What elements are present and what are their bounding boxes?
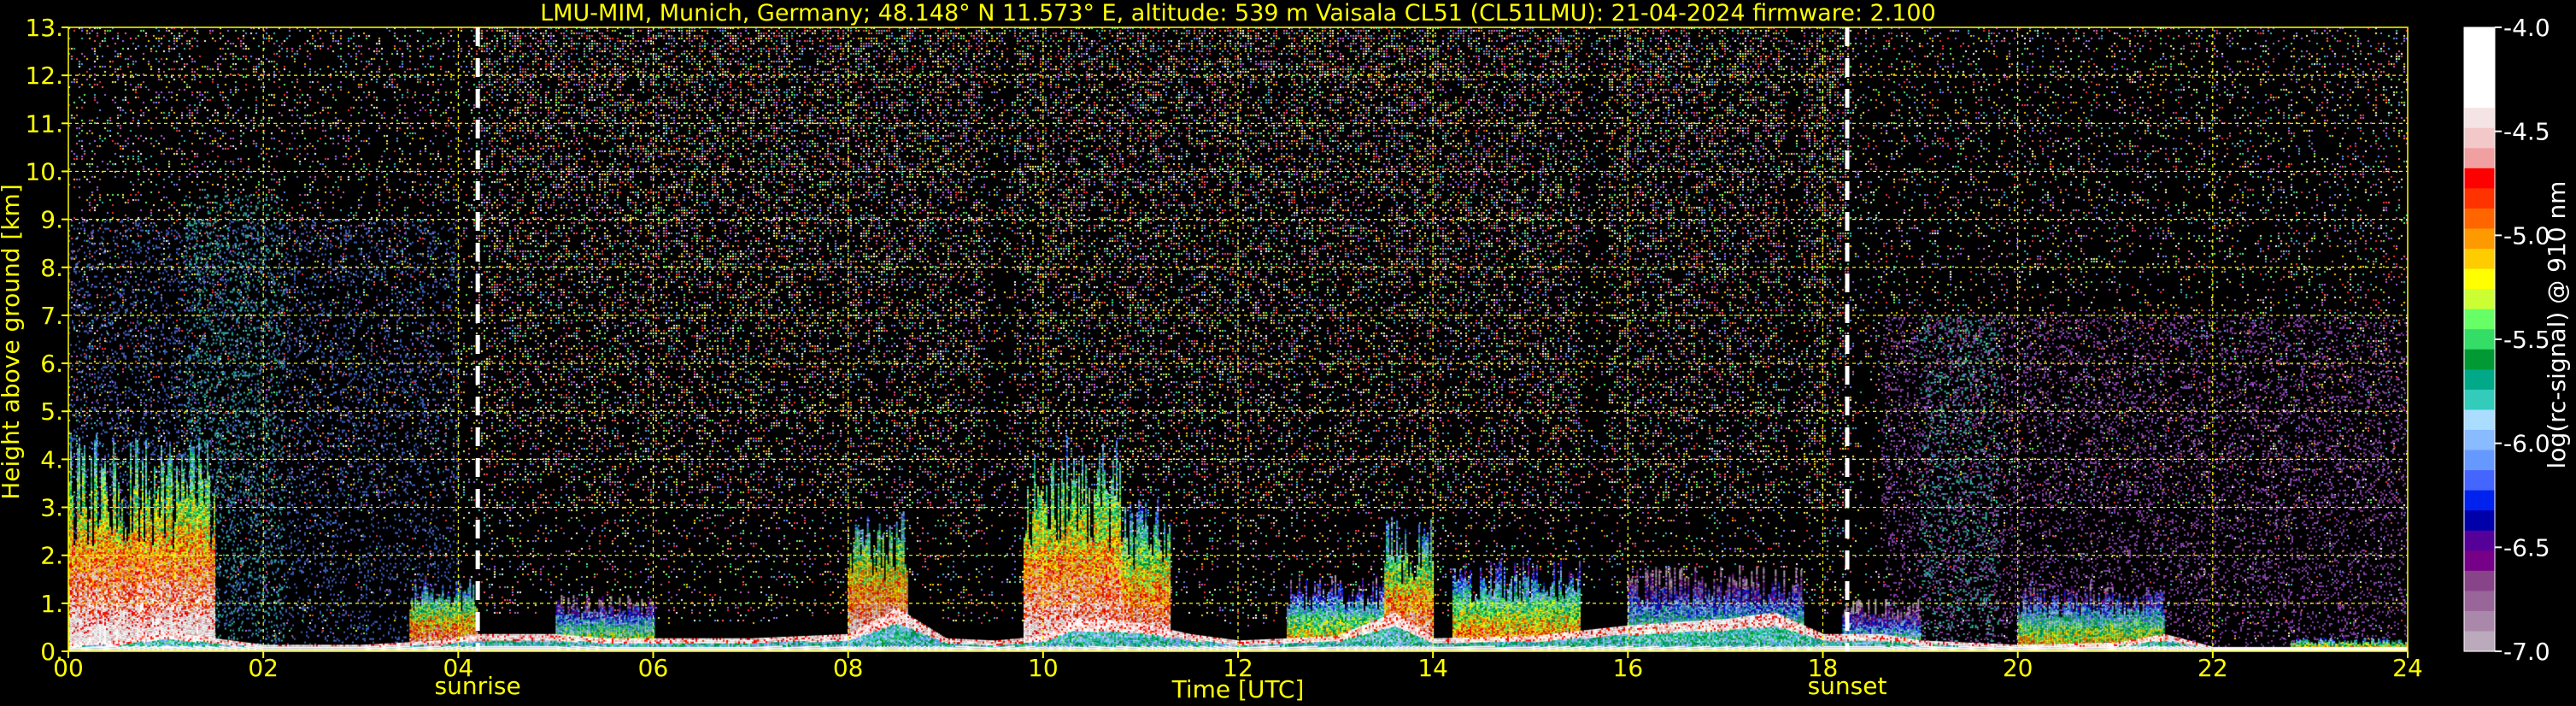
colorbar-segment <box>2464 268 2495 290</box>
y-axis-label: Height above ground [km] <box>0 184 25 500</box>
x-tick-label: 08 <box>833 654 864 682</box>
colorbar-tick-label: -6.5 <box>2503 533 2550 562</box>
colorbar-segment <box>2464 349 2495 370</box>
colorbar-segment <box>2464 490 2495 511</box>
x-tick-label: 22 <box>2198 654 2228 682</box>
y-tick-label: 12. <box>25 62 63 90</box>
ceilometer-chart: LMU-MIM, Munich, Germany; 48.148° N 11.5… <box>0 0 2576 706</box>
colorbar-segment <box>2464 108 2495 129</box>
y-tick-label: 0. <box>40 638 63 666</box>
y-tick-label: 4. <box>40 445 63 474</box>
colorbar-segment <box>2464 610 2495 632</box>
y-tick-label: 2. <box>40 542 63 570</box>
colorbar-segment <box>2464 631 2495 652</box>
colorbar-segment <box>2464 329 2495 350</box>
colorbar-segment <box>2464 570 2495 591</box>
y-tick-label: 6. <box>40 350 63 378</box>
colorbar-segment <box>2464 309 2495 330</box>
y-tick-label: 13. <box>25 14 63 42</box>
y-tick-label: 8. <box>40 254 63 282</box>
colorbar-segment <box>2464 208 2495 230</box>
colorbar-segment <box>2464 68 2495 89</box>
x-tick-label: 18 <box>1808 654 1839 682</box>
colorbar-segment <box>2464 27 2495 49</box>
y-tick-label: 10. <box>25 157 63 185</box>
y-tick-label: 1. <box>40 590 63 618</box>
colorbar-segment <box>2464 47 2495 68</box>
colorbar-tick-label: -4.0 <box>2503 14 2550 42</box>
colorbar-segment <box>2464 289 2495 310</box>
colorbar-segment <box>2464 389 2495 411</box>
colorbar-tick-label: -4.5 <box>2503 118 2550 146</box>
x-tick-label: 16 <box>1613 654 1644 682</box>
colorbar-tick-label: -7.0 <box>2503 638 2550 666</box>
colorbar-segment <box>2464 409 2495 431</box>
colorbar-segment <box>2464 168 2495 189</box>
colorbar-segment <box>2464 591 2495 612</box>
x-axis-label: Time [UTC] <box>1171 675 1305 703</box>
x-tick-label: 02 <box>248 654 279 682</box>
colorbar-segment <box>2464 249 2495 270</box>
colorbar-segment <box>2464 450 2495 471</box>
y-tick-label: 11. <box>25 109 63 138</box>
chart-title: LMU-MIM, Munich, Germany; 48.148° N 11.5… <box>540 0 1936 26</box>
colorbar-segment <box>2464 510 2495 532</box>
colorbar-segment <box>2464 369 2495 391</box>
x-tick-label: 06 <box>638 654 669 682</box>
y-tick-label: 9. <box>40 206 63 234</box>
colorbar-segment <box>2464 470 2495 491</box>
colorbar-segment <box>2464 228 2495 250</box>
heatmap-raster <box>68 27 2408 651</box>
colorbar-segment <box>2464 127 2495 149</box>
x-tick-label: 14 <box>1417 654 1448 682</box>
y-tick-label: 3. <box>40 494 63 522</box>
colorbar-segment <box>2464 429 2495 451</box>
colorbar-segment <box>2464 148 2495 169</box>
plot-area <box>67 26 2409 652</box>
y-tick-label: 7. <box>40 302 63 330</box>
colorbar-label: log(rc-signal) @ 910 nm <box>2543 181 2571 469</box>
x-tick-label: 20 <box>2003 654 2033 682</box>
colorbar-segment <box>2464 550 2495 572</box>
x-tick-label: 10 <box>1028 654 1059 682</box>
colorbar-segment <box>2464 188 2495 209</box>
x-tick-label: 24 <box>2392 654 2423 682</box>
colorbar-segment <box>2464 530 2495 551</box>
y-tick-label: 5. <box>40 397 63 426</box>
x-tick-label: 04 <box>443 654 474 682</box>
colorbar-segment <box>2464 87 2495 109</box>
